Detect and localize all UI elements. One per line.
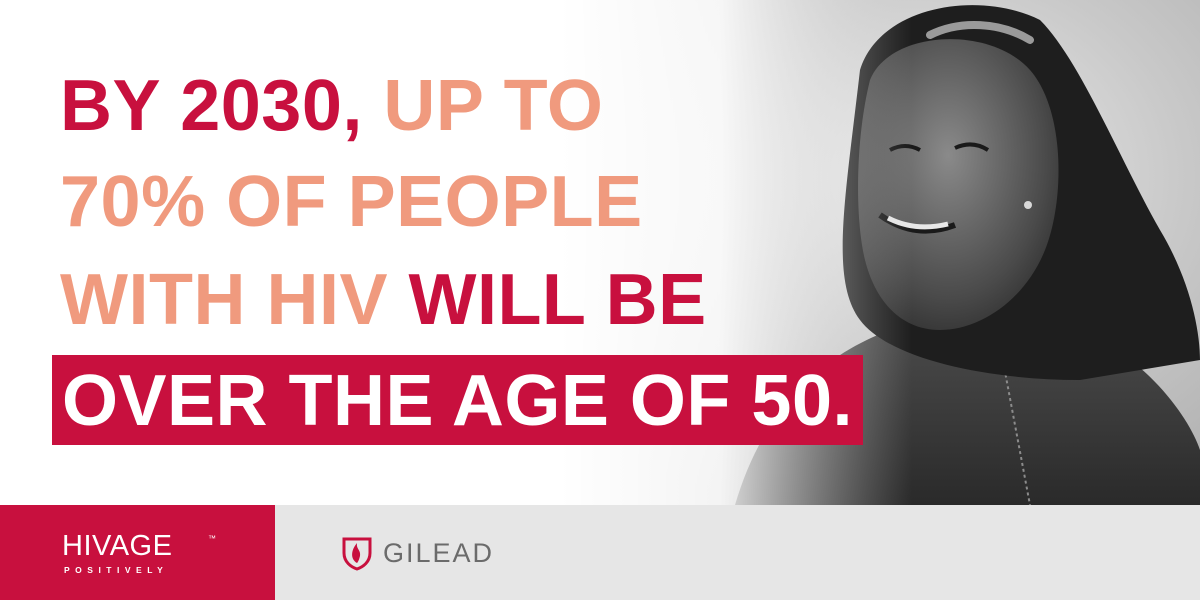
headline-highlight: OVER THE AGE OF 50. (52, 355, 863, 445)
headline-line-3: WITH HIV WILL BE (60, 264, 707, 336)
headline-line-4: OVER THE AGE OF 50. (52, 355, 863, 445)
partner-panel: GILEAD (275, 505, 1200, 600)
gilead-wordmark: GILEAD (383, 537, 495, 568)
hivage-logo: HIVAGE ™ POSITIVELY (62, 530, 216, 576)
footer-bar: HIVAGE ™ POSITIVELY GILEAD (0, 505, 1200, 600)
hero-banner: BY 2030, UP TO 70% OF PEOPLE WITH HIV WI… (0, 0, 1200, 505)
headline-will-be: WILL BE (408, 260, 707, 340)
headline-line-2: 70% OF PEOPLE (60, 162, 643, 242)
gilead-flame-shield-icon (342, 537, 372, 571)
headline-year: BY 2030, (60, 66, 363, 146)
gilead-logo: GILEAD (341, 535, 494, 571)
headline-up-to: UP TO (383, 66, 604, 146)
hivage-brand-panel: HIVAGE ™ POSITIVELY (0, 505, 275, 600)
hivage-wordmark: HIVAGE (62, 530, 173, 562)
trademark-mark: ™ (208, 534, 216, 543)
headline-with-hiv: WITH HIV (60, 260, 388, 340)
headline-line-1: BY 2030, UP TO (60, 70, 603, 142)
hivage-tagline: POSITIVELY (64, 565, 169, 575)
